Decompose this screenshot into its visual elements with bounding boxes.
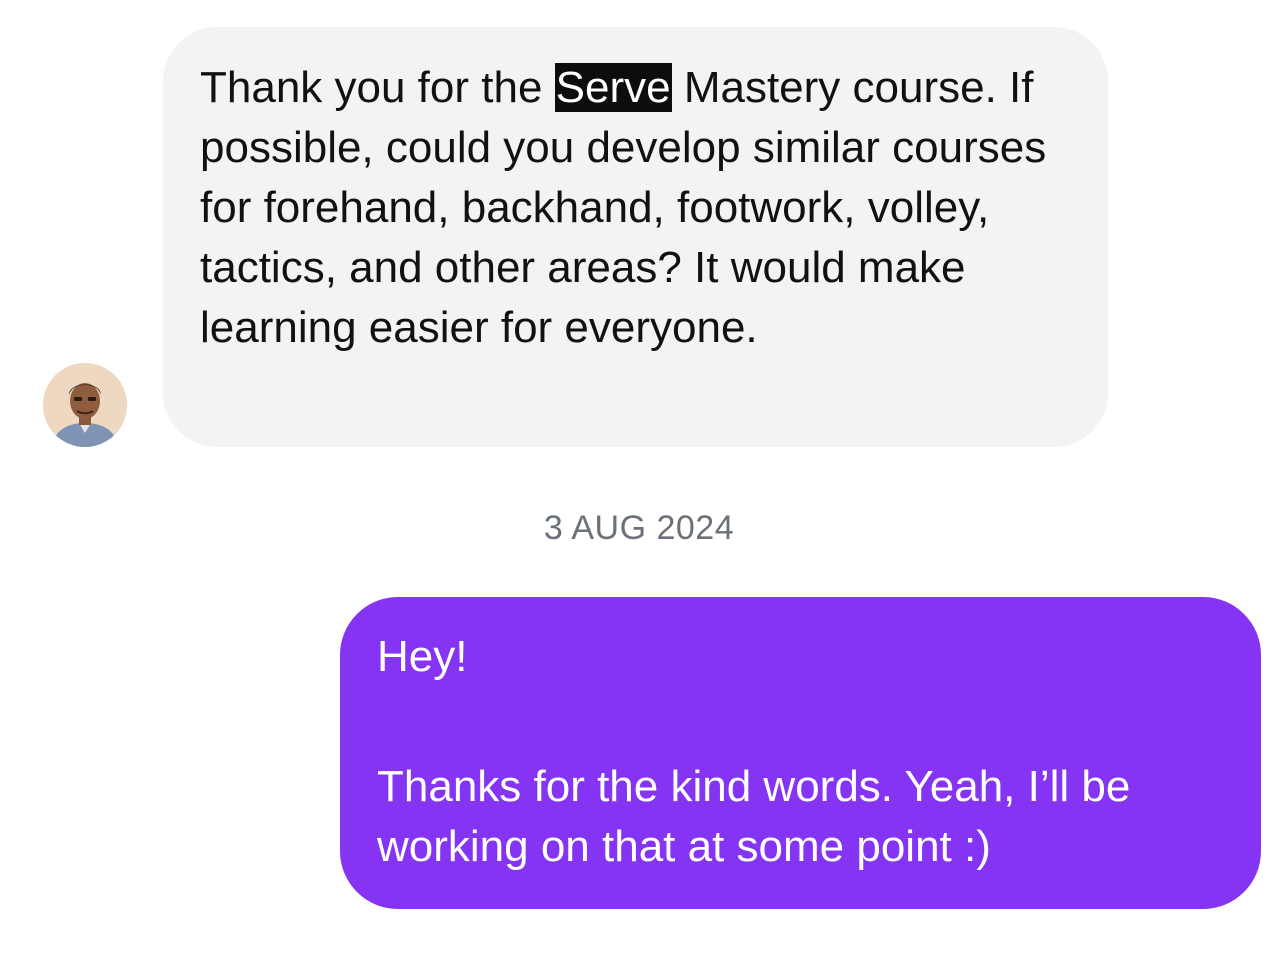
outgoing-message-greeting: Hey!: [377, 632, 468, 681]
avatar-photo: [43, 363, 127, 447]
incoming-message-text: Thank you for the: [200, 63, 555, 112]
date-separator: 3 AUG 2024: [543, 509, 735, 547]
outgoing-message-bubble[interactable]: Hey! Thanks for the kind words. Yeah, I’…: [340, 597, 1261, 909]
chat-thread: Thank you for the Serve Mastery course. …: [0, 0, 1278, 967]
highlighted-selection[interactable]: Serve: [554, 63, 672, 112]
outgoing-message-body: Thanks for the kind words. Yeah, I’ll be…: [377, 762, 1131, 871]
sender-avatar[interactable]: [43, 363, 127, 447]
incoming-message-bubble[interactable]: Thank you for the Serve Mastery course. …: [163, 27, 1108, 447]
